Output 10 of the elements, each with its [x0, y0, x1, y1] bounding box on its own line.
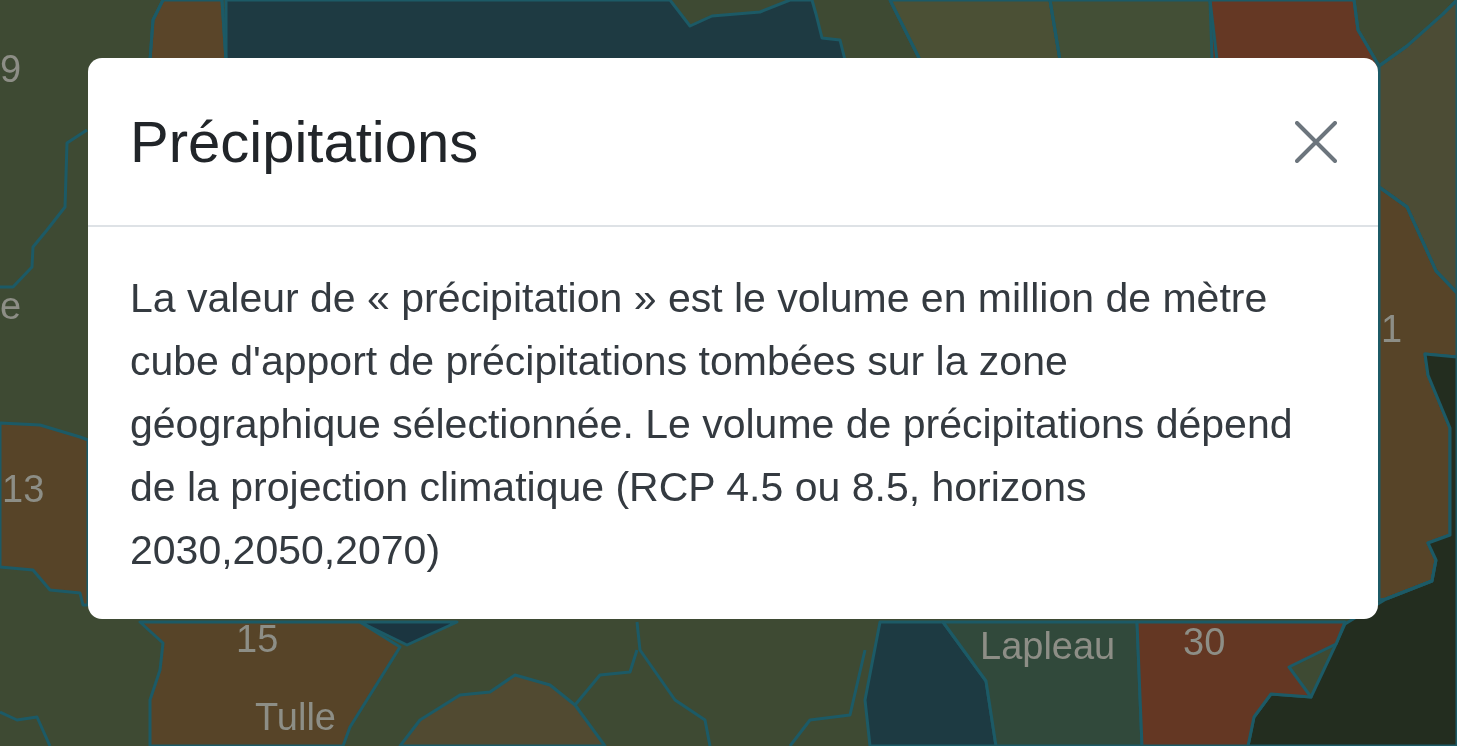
map-label: Tulle: [255, 698, 336, 736]
close-icon: [1295, 120, 1337, 163]
dialog-body-text: La valeur de « précipitation » est le volume en million de mètre cube d'apport de précipitations tombées sur la zone géographique sélectionnée. Le volume de précipitations dépend de la projection climatique (RCP 4.5 ou 8.5, horizons 2030,2050,2070): [130, 274, 1294, 575]
map-label: 1: [1381, 310, 1403, 348]
map-label: e: [0, 287, 22, 325]
map-label: 13: [2, 470, 45, 508]
map-label: Lapleau: [980, 627, 1116, 665]
map-label: 15: [236, 620, 279, 658]
map-label: 9: [0, 50, 22, 88]
map-label: 30: [1183, 623, 1226, 661]
